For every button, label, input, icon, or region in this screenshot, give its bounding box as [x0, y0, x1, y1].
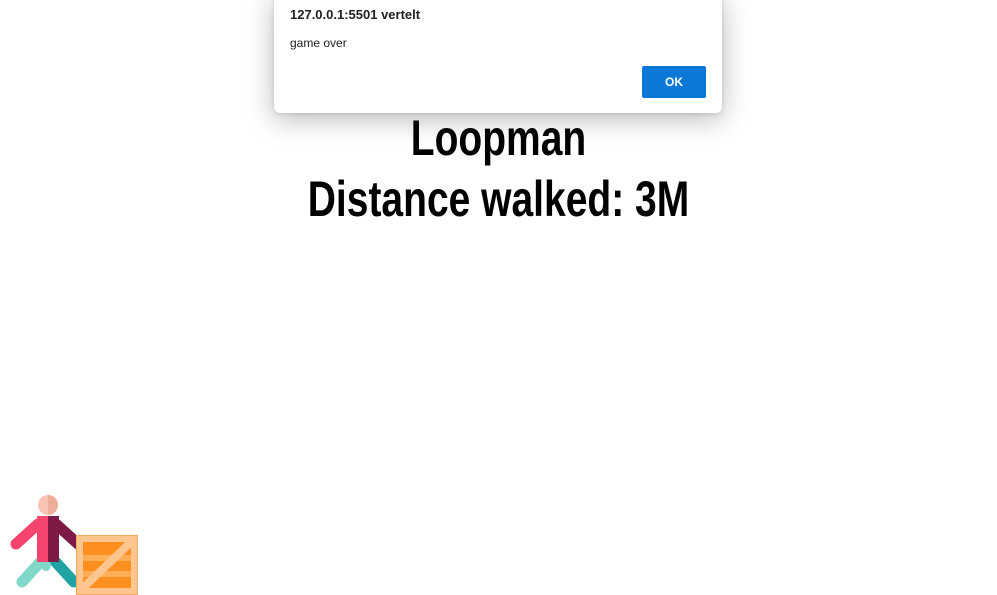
game-title: Loopman: [410, 110, 587, 166]
distance-label: Distance walked:: [307, 171, 625, 227]
distance-value: 3M: [635, 171, 690, 227]
alert-dialog: 127.0.0.1:5501 vertelt game over OK: [274, 0, 722, 113]
game-header: Loopman Distance walked: 3M: [0, 108, 997, 230]
obstacle-wooden-crate-icon: [76, 535, 138, 595]
player-walking-man-icon: [10, 495, 84, 588]
alert-origin-text: 127.0.0.1:5501 vertelt: [290, 7, 421, 22]
distance-readout: Distance walked: 3M: [110, 169, 888, 230]
alert-message: game over: [290, 36, 347, 50]
alert-ok-button[interactable]: OK: [642, 66, 706, 98]
